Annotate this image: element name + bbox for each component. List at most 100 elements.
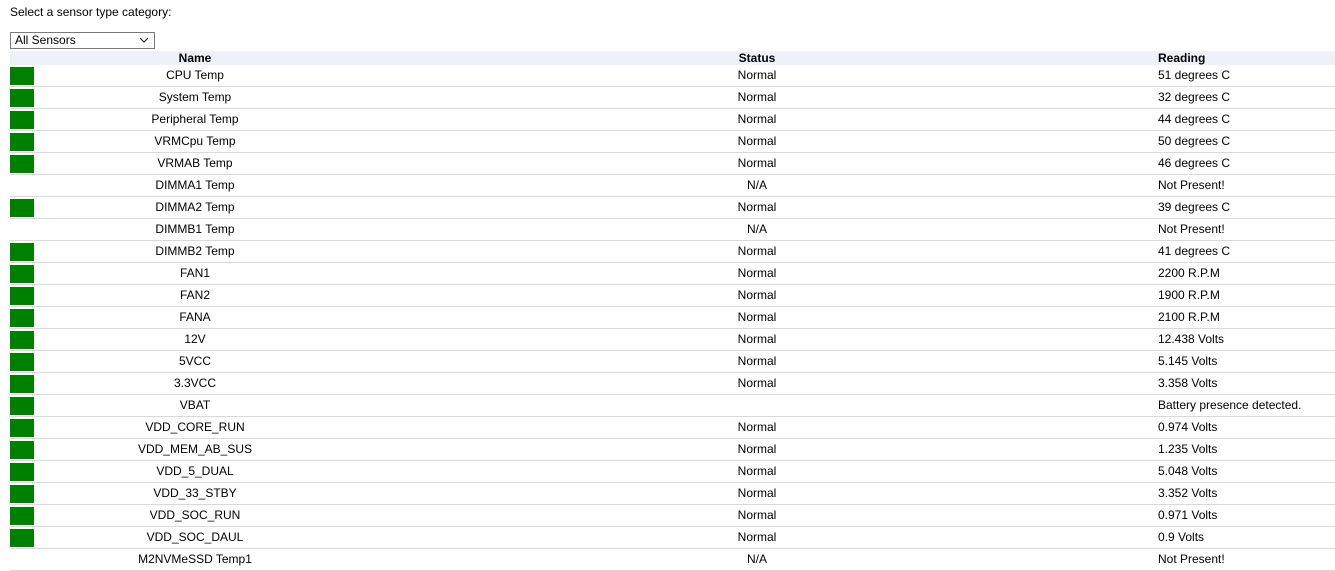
status-indicator-cell	[10, 504, 34, 527]
table-row: 5VCC Normal 5.145 Volts	[10, 350, 1335, 373]
chevron-down-icon	[139, 37, 149, 43]
sensor-name: VRMAB Temp	[34, 152, 356, 175]
status-indicator	[10, 132, 34, 151]
header-reading[interactable]: Reading	[1158, 51, 1335, 65]
sensor-name: VDD_SOC_DAUL	[34, 526, 356, 549]
sensor-name: VBAT	[34, 394, 356, 417]
status-indicator	[10, 330, 34, 349]
table-row: FAN2 Normal 1900 R.P.M	[10, 284, 1335, 307]
sensor-rows: CPU Temp Normal 51 degrees C System Temp Nor…	[10, 65, 1335, 571]
sensor-reading: 5.048 Volts	[1158, 460, 1335, 483]
sensor-reading: 5.145 Volts	[1158, 350, 1335, 373]
sensor-name: Peripheral Temp	[34, 108, 356, 131]
status-indicator-cell	[10, 482, 34, 505]
sensor-name: DIMMA2 Temp	[34, 196, 356, 219]
sensor-name: 5VCC	[34, 350, 356, 373]
sensor-status: Normal	[356, 526, 1158, 549]
sensor-status: Normal	[356, 65, 1158, 87]
sensor-status: Normal	[356, 416, 1158, 439]
table-row: CPU Temp Normal 51 degrees C	[10, 65, 1335, 87]
table-row: FANA Normal 2100 R.P.M	[10, 306, 1335, 329]
sensor-reading: 51 degrees C	[1158, 65, 1335, 87]
sensor-status: Normal	[356, 196, 1158, 219]
sensor-reading: 39 degrees C	[1158, 196, 1335, 219]
sensor-name: FAN1	[34, 262, 356, 285]
sensor-reading: 3.358 Volts	[1158, 372, 1335, 395]
status-indicator-cell	[10, 152, 34, 175]
sensor-reading: 3.352 Volts	[1158, 482, 1335, 505]
table-header-row: Name Status Reading	[10, 51, 1335, 65]
status-indicator	[10, 66, 34, 85]
status-indicator-cell	[10, 240, 34, 263]
sensor-name: 12V	[34, 328, 356, 351]
sensor-name: CPU Temp	[34, 65, 356, 87]
sensor-name: VDD_5_DUAL	[34, 460, 356, 483]
status-indicator-cell	[10, 416, 34, 439]
sensor-reading: Battery presence detected.	[1158, 394, 1335, 417]
sensor-name: FANA	[34, 306, 356, 329]
sensor-status: Normal	[356, 86, 1158, 109]
status-indicator-cell	[10, 218, 34, 241]
sensor-name: DIMMA1 Temp	[34, 174, 356, 197]
header-status[interactable]: Status	[356, 51, 1158, 65]
table-row: DIMMA1 Temp N/A Not Present!	[10, 174, 1335, 197]
table-row: DIMMB2 Temp Normal 41 degrees C	[10, 240, 1335, 263]
status-indicator	[10, 484, 34, 503]
sensor-status: Normal	[356, 482, 1158, 505]
sensor-reading: 1900 R.P.M	[1158, 284, 1335, 307]
sensor-reading: Not Present!	[1158, 218, 1335, 241]
status-indicator-cell	[10, 174, 34, 197]
status-indicator	[10, 352, 34, 371]
status-indicator-cell	[10, 548, 34, 571]
sensor-status: N/A	[356, 174, 1158, 197]
sensor-name: FAN2	[34, 284, 356, 307]
table-row: VBAT Battery presence detected.	[10, 394, 1335, 417]
status-indicator-cell	[10, 108, 34, 131]
status-indicator	[10, 308, 34, 327]
sensor-reading: 1.235 Volts	[1158, 438, 1335, 461]
status-indicator	[10, 528, 34, 547]
header-name[interactable]: Name	[34, 51, 356, 65]
status-indicator-cell	[10, 438, 34, 461]
table-row: DIMMB1 Temp N/A Not Present!	[10, 218, 1335, 241]
table-row: VDD_SOC_DAUL Normal 0.9 Volts	[10, 526, 1335, 549]
sensor-name: 3.3VCC	[34, 372, 356, 395]
sensor-reading: 0.9 Volts	[1158, 526, 1335, 549]
sensor-category-select[interactable]: All Sensors	[10, 32, 155, 49]
status-indicator	[10, 506, 34, 525]
status-indicator	[10, 177, 34, 195]
sensor-name: DIMMB2 Temp	[34, 240, 356, 263]
sensor-status: Normal	[356, 284, 1158, 307]
status-indicator-cell	[10, 130, 34, 153]
sensor-status: Normal	[356, 504, 1158, 527]
status-indicator	[10, 198, 34, 217]
status-indicator-cell	[10, 372, 34, 395]
sensor-category-selected-value: All Sensors	[15, 33, 76, 47]
sensor-status: N/A	[356, 548, 1158, 571]
sensor-status	[356, 394, 1158, 417]
table-row: 3.3VCC Normal 3.358 Volts	[10, 372, 1335, 395]
table-row: System Temp Normal 32 degrees C	[10, 86, 1335, 109]
status-indicator-cell	[10, 328, 34, 351]
sensor-status: Normal	[356, 262, 1158, 285]
sensor-status: Normal	[356, 350, 1158, 373]
status-indicator-cell	[10, 350, 34, 373]
sensor-status: N/A	[356, 218, 1158, 241]
sensor-status: Normal	[356, 108, 1158, 131]
sensor-name: M2NVMeSSD Temp1	[34, 548, 356, 571]
sensor-name: VDD_33_STBY	[34, 482, 356, 505]
sensor-status: Normal	[356, 240, 1158, 263]
status-indicator-cell	[10, 65, 34, 87]
sensor-reading: 44 degrees C	[1158, 108, 1335, 131]
table-row: VDD_5_DUAL Normal 5.048 Volts	[10, 460, 1335, 483]
status-indicator	[10, 221, 34, 239]
sensor-status: Normal	[356, 152, 1158, 175]
table-row: FAN1 Normal 2200 R.P.M	[10, 262, 1335, 285]
status-indicator-cell	[10, 262, 34, 285]
table-row: Peripheral Temp Normal 44 degrees C	[10, 108, 1335, 131]
status-indicator	[10, 264, 34, 283]
sensor-name: System Temp	[34, 86, 356, 109]
sensor-name: DIMMB1 Temp	[34, 218, 356, 241]
category-prompt: Select a sensor type category:	[10, 5, 172, 19]
sensor-name: VDD_CORE_RUN	[34, 416, 356, 439]
